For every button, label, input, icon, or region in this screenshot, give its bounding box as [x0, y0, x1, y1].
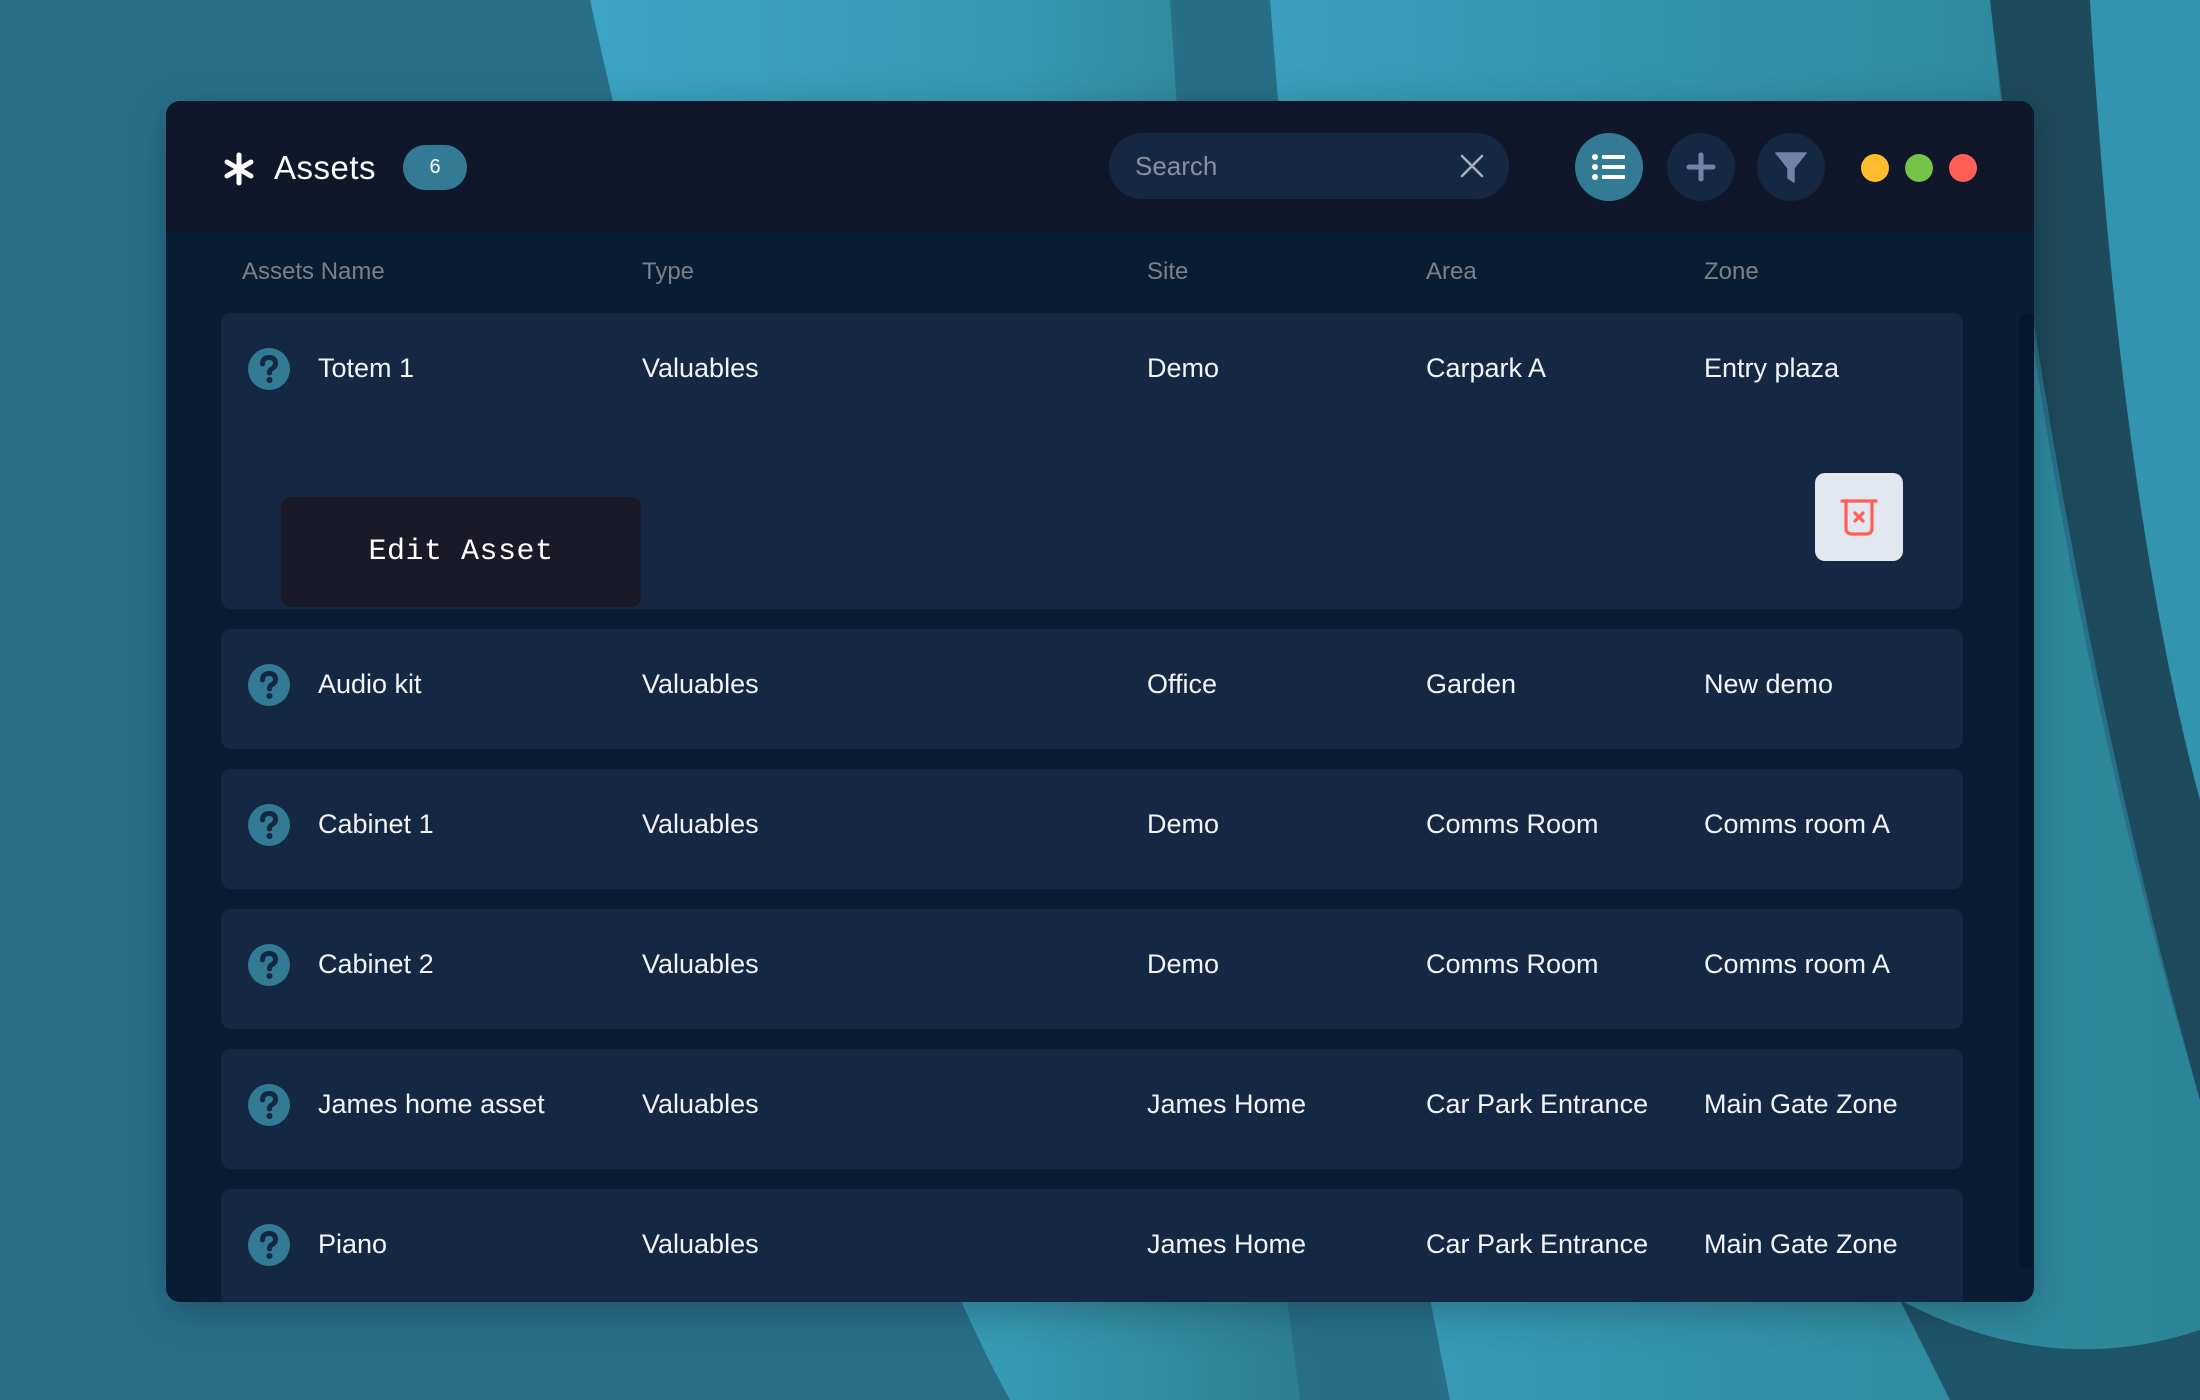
column-header-site[interactable]: Site — [1147, 257, 1188, 287]
asset-name: Piano — [318, 1229, 388, 1259]
question-icon — [248, 1084, 290, 1126]
asset-area: Car Park Entrance — [1426, 1089, 1649, 1119]
asset-site: Demo — [1147, 949, 1220, 979]
asset-site: Demo — [1147, 809, 1220, 839]
column-header-area[interactable]: Area — [1426, 257, 1477, 287]
table-row[interactable]: Cabinet 2 Valuables Demo Comms Room Comm… — [221, 909, 1963, 1029]
table-row[interactable]: Piano Valuables James Home Car Park Entr… — [221, 1189, 1963, 1302]
table-header: Assets Name Type Site Area Zone — [166, 231, 2034, 313]
asset-zone: Main Gate Zone — [1704, 1089, 1898, 1119]
table-row[interactable]: Audio kit Valuables Office Garden New de… — [221, 629, 1963, 749]
plus-icon — [1686, 152, 1716, 182]
asset-type: Valuables — [642, 353, 759, 383]
table-row[interactable]: James home asset Valuables James Home Ca… — [221, 1049, 1963, 1169]
asset-area: Car Park Entrance — [1426, 1229, 1649, 1259]
search-box — [1109, 133, 1509, 199]
close-window-button[interactable] — [1949, 154, 1977, 182]
asset-type: Valuables — [642, 949, 759, 979]
question-icon — [248, 944, 290, 986]
asset-zone: Comms room A — [1704, 949, 1891, 979]
question-icon — [248, 1224, 290, 1266]
asset-area: Garden — [1426, 669, 1517, 699]
assets-window: Assets 6 Search Assets Name Type Site Ar… — [166, 101, 2034, 1302]
column-header-name[interactable]: Assets Name — [242, 257, 385, 287]
title-bar: Assets 6 — [166, 101, 2034, 231]
asset-area: Comms Room — [1426, 809, 1599, 839]
count-badge: 6 — [403, 145, 467, 190]
asset-name: James home asset — [318, 1089, 545, 1119]
maximize-window-button[interactable] — [1905, 154, 1933, 182]
asset-area: Carpark A — [1426, 353, 1547, 383]
filter-icon — [1775, 152, 1807, 183]
asset-zone: Comms room A — [1704, 809, 1891, 839]
asset-site: Office — [1147, 669, 1218, 699]
delete-asset-button[interactable] — [1815, 473, 1903, 561]
table-row-expanded[interactable]: Totem 1 Valuables Demo Carpark A Entry p… — [221, 313, 1963, 609]
table-row[interactable]: Cabinet 1 Valuables Demo Comms Room Comm… — [221, 769, 1963, 889]
minimize-window-button[interactable] — [1861, 154, 1889, 182]
asset-site: James Home — [1147, 1229, 1307, 1259]
asset-site: Demo — [1147, 353, 1220, 383]
asset-zone: Main Gate Zone — [1704, 1229, 1898, 1259]
asset-type: Valuables — [642, 1229, 759, 1259]
column-header-zone[interactable]: Zone — [1704, 257, 1759, 287]
asset-type: Valuables — [642, 669, 759, 699]
asset-list: Totem 1 Valuables Demo Carpark A Entry p… — [221, 313, 1963, 1302]
asset-name: Audio kit — [318, 669, 422, 699]
filter-button[interactable] — [1757, 133, 1825, 201]
question-icon — [248, 804, 290, 846]
asset-zone: Entry plaza — [1704, 353, 1840, 383]
scrollbar[interactable] — [2019, 313, 2034, 1268]
trash-icon — [1840, 499, 1878, 536]
list-icon — [1592, 154, 1625, 180]
question-icon — [248, 348, 290, 390]
close-icon[interactable] — [1459, 153, 1485, 179]
asset-name: Cabinet 1 — [318, 809, 434, 839]
column-header-type[interactable]: Type — [642, 257, 694, 287]
asset-type: Valuables — [642, 1089, 759, 1119]
edit-asset-button[interactable]: Edit Asset — [281, 497, 641, 607]
asset-zone: New demo — [1704, 669, 1834, 699]
page-title: Assets — [274, 149, 377, 186]
add-asset-button[interactable] — [1667, 133, 1735, 201]
asset-type: Valuables — [642, 809, 759, 839]
asset-area: Comms Room — [1426, 949, 1599, 979]
asset-site: James Home — [1147, 1089, 1307, 1119]
asset-name: Cabinet 2 — [318, 949, 434, 979]
list-view-button[interactable] — [1575, 133, 1643, 201]
asterisk-icon — [224, 152, 254, 186]
search-input[interactable] — [1135, 133, 1435, 199]
question-icon — [248, 664, 290, 706]
asset-name: Totem 1 — [318, 353, 415, 383]
